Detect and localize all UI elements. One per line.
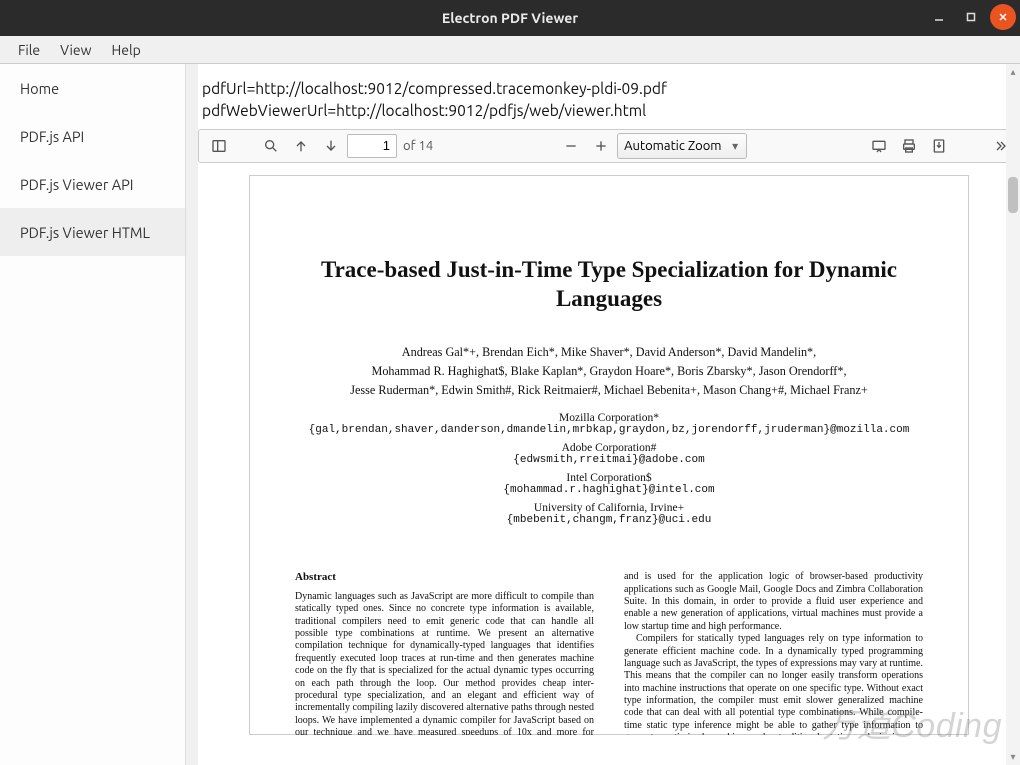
left-column: Abstract Dynamic languages such as JavaS… <box>295 571 594 735</box>
sidebar-item-pdfjs-api[interactable]: PDF.js API <box>0 112 198 160</box>
sidebar-item-label: PDF.js API <box>20 128 84 145</box>
scroll-up-icon[interactable]: ▴ <box>1008 66 1018 78</box>
pdf-scrollbar[interactable] <box>1006 175 1020 735</box>
content-pane: ▴ ▾ pdfUrl=http://localhost:9012/compres… <box>198 64 1020 765</box>
sidebar-item-home[interactable]: Home <box>0 64 198 112</box>
menu-view[interactable]: View <box>50 38 101 62</box>
intro-p2: Compilers for statically typed languages… <box>624 633 923 735</box>
zoom-select[interactable]: Automatic Zoom <box>617 133 747 159</box>
previous-page-icon[interactable] <box>287 132 315 160</box>
pdf-page-area[interactable]: Trace-based Just-in-Time Type Specializa… <box>198 175 1020 735</box>
window-title: Electron PDF Viewer <box>442 10 578 26</box>
abstract-body: Dynamic languages such as JavaScript are… <box>295 591 594 735</box>
intro-p1: and is used for the application logic of… <box>624 571 923 633</box>
sidebar-toggle-icon[interactable] <box>205 132 233 160</box>
presentation-icon[interactable] <box>865 132 893 160</box>
sidebar-item-label: PDF.js Viewer API <box>20 176 134 193</box>
page-count-label: of 14 <box>403 139 433 153</box>
print-icon[interactable] <box>895 132 923 160</box>
paper-title: Trace-based Just-in-Time Type Specializa… <box>295 256 923 314</box>
sidebar-item-pdfjs-viewer-api[interactable]: PDF.js Viewer API <box>0 160 198 208</box>
sidebar-item-label: PDF.js Viewer HTML <box>20 224 150 241</box>
url-info: pdfUrl=http://localhost:9012/compressed.… <box>198 64 1020 123</box>
scroll-down-icon[interactable]: ▾ <box>1008 751 1018 763</box>
pdf-webviewer-url-line: pdfWebViewerUrl=http://localhost:9012/pd… <box>202 100 1016 122</box>
download-icon[interactable] <box>925 132 953 160</box>
menu-file[interactable]: File <box>8 38 50 62</box>
paper-affiliations: Mozilla Corporation*{gal,brendan,shaver,… <box>295 412 923 526</box>
pdf-page: Trace-based Just-in-Time Type Specializa… <box>249 175 969 735</box>
pdf-url-line: pdfUrl=http://localhost:9012/compressed.… <box>202 78 1016 100</box>
maximize-button[interactable] <box>958 4 984 30</box>
pdf-viewer-toolbar: of 14 Automatic Zoom <box>198 129 1020 163</box>
next-page-icon[interactable] <box>317 132 345 160</box>
paper-authors: Andreas Gal*+, Brendan Eich*, Mike Shave… <box>295 343 923 400</box>
right-column: and is used for the application logic of… <box>624 571 923 735</box>
page-number-input[interactable] <box>347 134 397 158</box>
titlebar: Electron PDF Viewer <box>0 0 1020 36</box>
sidebar-item-pdfjs-viewer-html[interactable]: PDF.js Viewer HTML <box>0 208 198 256</box>
minimize-button[interactable] <box>926 4 952 30</box>
scrollbar-thumb[interactable] <box>1008 177 1018 213</box>
bookmark-icon[interactable] <box>955 132 983 160</box>
search-icon[interactable] <box>257 132 285 160</box>
sidebar-item-label: Home <box>20 80 59 97</box>
zoom-select-label: Automatic Zoom <box>624 139 721 153</box>
zoom-in-icon[interactable] <box>587 132 615 160</box>
menubar: File View Help <box>0 36 1020 64</box>
menu-help[interactable]: Help <box>102 38 151 62</box>
abstract-heading: Abstract <box>295 571 594 585</box>
close-button[interactable] <box>990 4 1016 30</box>
zoom-out-icon[interactable] <box>557 132 585 160</box>
paper-columns: Abstract Dynamic languages such as JavaS… <box>295 571 923 735</box>
sidebar: Home PDF.js API PDF.js Viewer API PDF.js… <box>0 64 198 765</box>
